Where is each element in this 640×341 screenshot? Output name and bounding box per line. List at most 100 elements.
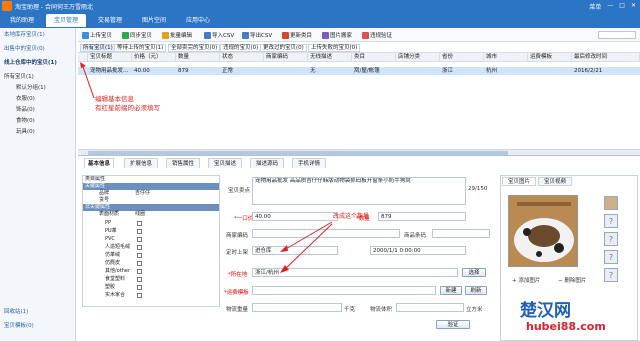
- thumbnail-slot[interactable]: ?: [604, 232, 618, 246]
- search-input[interactable]: [598, 31, 636, 39]
- volume-input[interactable]: [396, 303, 464, 312]
- checkbox[interactable]: [137, 285, 142, 290]
- weight-input[interactable]: [252, 303, 342, 312]
- nav-tab-image-space[interactable]: 图片空间: [134, 14, 174, 27]
- thumbnail-slot[interactable]: [604, 196, 618, 210]
- export-csv-button[interactable]: 导出CSV: [242, 31, 272, 39]
- watermark-url: hubei88.com: [526, 320, 606, 333]
- sidebar-item-local-stock[interactable]: 本地库存宝贝(1): [4, 30, 45, 38]
- listing-date-input[interactable]: 2000/1/1 0:00:00: [370, 246, 466, 255]
- nav-tab-app-center[interactable]: 应用中心: [178, 14, 218, 27]
- checkbox[interactable]: [137, 245, 142, 250]
- attr-option[interactable]: PU革: [83, 228, 219, 235]
- filter-tab-violation[interactable]: 违规的宝贝(0): [220, 44, 262, 52]
- attr-row[interactable]: 货号: [83, 197, 219, 204]
- shipping-template-select[interactable]: [252, 286, 436, 295]
- verify-button[interactable]: 验证: [436, 320, 470, 329]
- checkbox[interactable]: [137, 253, 142, 258]
- volume-unit: 立方米: [466, 307, 483, 313]
- tab-basic-info[interactable]: 基本信息: [84, 158, 114, 168]
- checkbox[interactable]: [137, 277, 142, 282]
- filter-tab-upload-failed[interactable]: 上传失败的宝贝(0): [308, 44, 361, 52]
- batch-edit-button[interactable]: 批量编辑: [162, 31, 192, 39]
- thumbnail-slot[interactable]: ?: [604, 250, 618, 264]
- checkbox[interactable]: [137, 293, 142, 298]
- tree-item-toys[interactable]: 玩具(0): [16, 127, 35, 135]
- column-header[interactable]: 无线描述: [308, 53, 352, 62]
- tree-root-all-items[interactable]: 所有宝贝(1): [4, 72, 34, 80]
- add-image-button[interactable]: + 添加图片: [512, 276, 540, 284]
- nav-tab-trade-management[interactable]: 交易管理: [90, 14, 130, 27]
- menu-button[interactable]: 菜单: [589, 2, 601, 11]
- attr-row[interactable]: 品牌 吉仔仔: [83, 190, 219, 197]
- maximize-icon[interactable]: □: [619, 2, 625, 11]
- sidebar-item-warehouse[interactable]: 线上仓库中的宝贝(1): [4, 58, 57, 66]
- barcode-input[interactable]: [432, 229, 490, 238]
- checkbox[interactable]: [137, 269, 142, 274]
- column-header[interactable]: 类目: [352, 53, 396, 62]
- tab-item-images[interactable]: 宝贝图片: [502, 177, 536, 186]
- sidebar-item-on-sale[interactable]: 出售中的宝贝(0): [4, 44, 45, 52]
- column-header[interactable]: 最后修改时间: [572, 53, 640, 62]
- delete-image-button[interactable]: − 删除图片: [558, 276, 586, 284]
- sync-item-button[interactable]: 同步宝贝: [122, 31, 152, 39]
- filter-tab-changed[interactable]: 更改过的宝贝(0): [260, 44, 307, 52]
- tree-item-default-group[interactable]: 默认分组(1): [16, 83, 46, 91]
- checkbox[interactable]: [137, 229, 142, 234]
- column-header[interactable]: 店铺分类: [396, 53, 440, 62]
- attr-option[interactable]: 仿麂皮: [83, 260, 219, 267]
- tab-item-videos[interactable]: 宝贝视频: [538, 177, 572, 186]
- filter-tab-waiting-upload[interactable]: 等待上传的宝贝(1): [114, 44, 167, 52]
- upload-item-button[interactable]: 上传宝贝: [82, 31, 112, 39]
- tab-sale-attrs[interactable]: 销售属性: [166, 158, 200, 168]
- tab-description[interactable]: 宝贝描述: [208, 158, 242, 168]
- tree-item-food[interactable]: 食物(0): [16, 116, 35, 124]
- column-header[interactable]: 价格（元）: [132, 53, 176, 62]
- upload-icon: [82, 31, 89, 39]
- column-header[interactable]: 运费模板: [528, 53, 572, 62]
- close-icon[interactable]: ✕: [631, 2, 636, 11]
- sidebar-item-recycle-bin[interactable]: 回收站(1): [4, 307, 28, 315]
- refresh-template-button[interactable]: 刷新: [465, 286, 487, 295]
- attr-option[interactable]: PVC: [83, 236, 219, 243]
- tab-mobile-detail[interactable]: 手机详情: [292, 158, 326, 168]
- attr-option[interactable]: PP: [83, 220, 219, 227]
- column-header[interactable]: 数量: [176, 53, 220, 62]
- attr-option[interactable]: 食堂塑料: [83, 276, 219, 283]
- attr-row[interactable]: 表面材质 线圈: [83, 211, 219, 218]
- location-select-button[interactable]: 选择: [462, 268, 486, 277]
- quantity-input[interactable]: 879: [378, 212, 466, 221]
- title-input[interactable]: 宠物用品批发 高品质吉仔仔韩版动物袋抓码板开窗条小奶牛狗窝: [252, 177, 466, 205]
- tab-source[interactable]: 描述源码: [250, 158, 284, 168]
- filter-tab-sold-out[interactable]: 全部卖完的宝贝(0): [168, 44, 221, 52]
- filter-tab-all[interactable]: 所有宝贝(1): [80, 44, 116, 52]
- thumbnail-slot[interactable]: ?: [604, 214, 618, 228]
- image-move-button[interactable]: 图片搬家: [322, 31, 352, 39]
- attr-option[interactable]: 实木家合: [83, 292, 219, 299]
- attr-option[interactable]: 其他/other: [83, 268, 219, 275]
- new-template-button[interactable]: 新建: [440, 286, 462, 295]
- sidebar-item-templates[interactable]: 宝贝模板(0): [4, 321, 34, 329]
- minimize-icon[interactable]: —: [607, 2, 613, 11]
- nav-tab-my-assistant[interactable]: 我的助理: [2, 14, 42, 27]
- attr-option[interactable]: 仿革绒: [83, 252, 219, 259]
- tree-item-clothes[interactable]: 衣服(0): [16, 94, 35, 102]
- table-cell: [264, 67, 308, 75]
- checkbox[interactable]: [137, 261, 142, 266]
- update-category-button[interactable]: 更新类目: [282, 31, 312, 39]
- import-csv-button[interactable]: 导入CSV: [204, 31, 234, 39]
- column-header[interactable]: 城市: [484, 53, 528, 62]
- column-header[interactable]: 省份: [440, 53, 484, 62]
- tab-extended-info[interactable]: 扩展信息: [124, 158, 158, 168]
- checkbox[interactable]: [137, 237, 142, 242]
- tree-item-accessories[interactable]: 饰品(0): [16, 105, 35, 113]
- violation-check-button[interactable]: 违规验证: [362, 31, 392, 39]
- thumbnail-slot[interactable]: ?: [604, 268, 618, 282]
- nav-tab-item-management[interactable]: 宝贝管理: [46, 14, 86, 27]
- title-label: 宝贝卖点: [228, 188, 251, 194]
- column-header[interactable]: 商家编码: [264, 53, 308, 62]
- checkbox[interactable]: [137, 221, 142, 226]
- attr-option[interactable]: 人造短毛绒: [83, 244, 219, 251]
- attr-option[interactable]: 塑胶: [83, 284, 219, 291]
- column-header[interactable]: 状态: [220, 53, 264, 62]
